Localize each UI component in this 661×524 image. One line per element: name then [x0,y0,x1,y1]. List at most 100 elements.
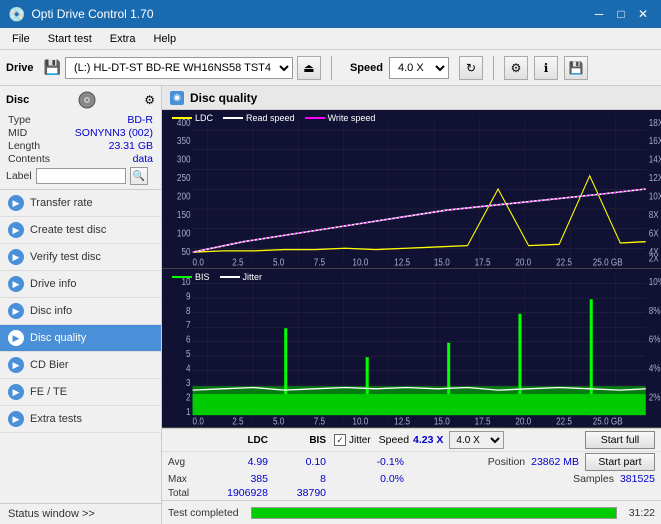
svg-text:2.5: 2.5 [232,255,243,267]
svg-text:50: 50 [181,245,190,257]
nav-verify-test-disc[interactable]: ▶ Verify test disc [0,244,161,271]
length-value: 23.31 GB [109,140,153,152]
type-value: BD-R [127,114,153,126]
verify-test-icon: ▶ [8,249,24,265]
samples-row: Samples 381525 [573,473,655,485]
minimize-button[interactable]: ─ [589,5,609,23]
ldc-header: LDC [210,435,268,446]
start-part-button[interactable]: Start part [585,453,655,471]
legend-jitter: Jitter [220,272,263,282]
svg-text:2: 2 [186,391,191,403]
disc-length-row: Length 23.31 GB [6,140,155,152]
content-title: Disc quality [190,91,257,105]
disc-type-row: Type BD-R [6,114,155,126]
menu-start-test[interactable]: Start test [40,31,100,47]
svg-text:7.5: 7.5 [314,255,325,267]
speed-stats-dropdown[interactable]: 4.0 X [449,431,504,449]
total-ldc: 1906928 [210,487,268,499]
drive-label: Drive [6,62,34,74]
close-button[interactable]: ✕ [633,5,653,23]
nav-create-test-disc[interactable]: ▶ Create test disc [0,217,161,244]
label-button[interactable]: 🔍 [130,167,148,185]
status-window-label: Status window >> [8,508,95,520]
start-buttons: Start full [585,431,655,449]
cd-bier-icon: ▶ [8,357,24,373]
svg-text:1: 1 [186,405,191,417]
type-label: Type [8,114,31,126]
speed-label: Speed [350,62,383,74]
svg-text:15.0: 15.0 [434,414,450,426]
svg-text:7: 7 [186,318,191,330]
content-area: ◉ Disc quality LDC Read speed [162,86,661,524]
save-button[interactable]: 💾 [564,56,588,80]
drive-dropdown[interactable]: (L:) HL-DT-ST BD-RE WH16NS58 TST4 [65,57,293,79]
svg-text:9: 9 [186,289,191,301]
sidebar: Disc ⚙ Type BD-R MID SONYNN3 (002) Lengt… [0,86,162,524]
titlebar-left: 💿 Opti Drive Control 1.70 [8,6,154,23]
nav-disc-quality[interactable]: ▶ Disc quality [0,325,161,352]
content-header: ◉ Disc quality [162,86,661,110]
info-button[interactable]: ℹ [534,56,558,80]
speed-dropdown[interactable]: 4.0 X [389,57,449,79]
options-button[interactable]: ⚙ [504,56,528,80]
label-input[interactable] [36,168,126,184]
menubar: File Start test Extra Help [0,28,661,50]
svg-text:4%: 4% [649,362,661,374]
svg-text:8%: 8% [649,304,661,316]
start-full-button[interactable]: Start full [585,431,655,449]
bis-color [172,276,192,278]
svg-text:350: 350 [177,134,191,146]
svg-text:10%: 10% [649,275,661,287]
read-speed-color [223,117,243,119]
svg-text:8X: 8X [649,208,660,220]
nav-drive-info[interactable]: ▶ Drive info [0,271,161,298]
jitter-checkbox[interactable]: ✓ [334,434,346,446]
svg-text:2.5: 2.5 [232,414,243,426]
maximize-button[interactable]: □ [611,5,631,23]
refresh-button[interactable]: ↻ [459,56,483,80]
ldc-color [172,117,192,119]
menu-file[interactable]: File [4,31,38,47]
total-bis: 38790 [268,487,326,499]
nav-label: Extra tests [30,413,82,425]
menu-help[interactable]: Help [145,31,184,47]
avg-row: Avg 4.99 0.10 -0.1% Position 23862 MB St… [162,452,661,472]
disc-quality-header-icon: ◉ [170,91,184,105]
disc-mid-row: MID SONYNN3 (002) [6,127,155,139]
samples-value: 381525 [620,473,655,485]
nav-label: Transfer rate [30,197,93,209]
disc-header: Disc ⚙ [6,90,155,110]
nav-transfer-rate[interactable]: ▶ Transfer rate [0,190,161,217]
svg-text:3: 3 [186,376,191,388]
chart2-svg: 10 9 8 7 6 5 4 3 2 1 10% 8% 6% 4% 2% [162,269,661,427]
nav-disc-info[interactable]: ▶ Disc info [0,298,161,325]
svg-text:20.0: 20.0 [515,255,531,267]
stats-header-row: LDC BIS ✓ Jitter Speed 4.23 X 4.0 X Star… [162,429,661,452]
svg-text:6%: 6% [649,333,661,345]
ldc-label: LDC [195,113,213,123]
drive-info-icon: ▶ [8,276,24,292]
mid-label: MID [8,127,27,139]
svg-text:12.5: 12.5 [394,414,410,426]
status-window-button[interactable]: Status window >> [0,503,161,524]
svg-text:10X: 10X [649,189,661,201]
chart1-legend: LDC Read speed Write speed [172,113,375,123]
svg-text:15.0: 15.0 [434,255,450,267]
nav-fe-te[interactable]: ▶ FE / TE [0,379,161,406]
length-label: Length [8,140,40,152]
svg-text:5.0: 5.0 [273,255,284,267]
nav-label: FE / TE [30,386,67,398]
charts-area: LDC Read speed Write speed [162,110,661,428]
max-ldc: 385 [210,473,268,485]
bis-header: BIS [268,435,326,446]
status-text: Test completed [168,507,239,519]
eject-button[interactable]: ⏏ [297,56,321,80]
nav-cd-bier[interactable]: ▶ CD Bier [0,352,161,379]
chart1-svg: 400 350 300 250 200 150 100 50 18X 16X 1… [162,110,661,268]
nav-extra-tests[interactable]: ▶ Extra tests [0,406,161,433]
legend-bis: BIS [172,272,210,282]
menu-extra[interactable]: Extra [102,31,144,47]
main-area: Disc ⚙ Type BD-R MID SONYNN3 (002) Lengt… [0,86,661,524]
svg-text:22.5: 22.5 [556,414,572,426]
total-label: Total [168,488,210,499]
